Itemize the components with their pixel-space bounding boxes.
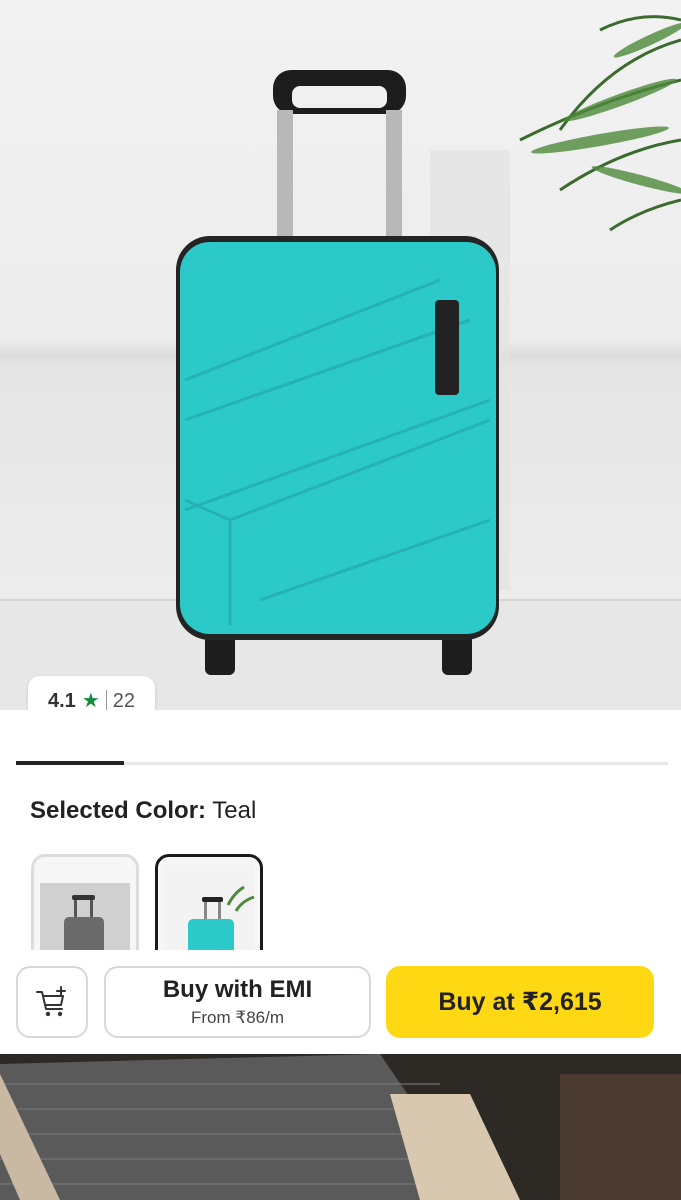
selected-color-label: Selected Color: <box>30 797 207 824</box>
buy-now-button[interactable]: Buy at ₹2,615 <box>386 966 654 1038</box>
teal-suitcase-thumbnail <box>164 865 255 961</box>
image-carousel-indicator <box>16 761 124 765</box>
rating-badge[interactable]: 4.1 ★ 22 <box>28 676 155 710</box>
selected-color: Selected Color: Teal <box>30 797 256 825</box>
color-swatch-grey[interactable] <box>31 854 139 964</box>
rating-value: 4.1 <box>48 689 76 711</box>
add-to-cart-icon <box>36 986 66 1017</box>
background-photo <box>0 1054 681 1200</box>
background-texture <box>0 1054 681 1200</box>
suitcase-illustration <box>0 15 681 710</box>
selected-color-value: Teal <box>212 797 257 824</box>
color-swatch-teal[interactable] <box>155 854 263 964</box>
rating-count: 22 <box>112 689 135 711</box>
emi-subtitle: From ₹86/m <box>191 1008 284 1027</box>
add-to-cart-button[interactable] <box>16 966 88 1038</box>
product-image[interactable]: 4.1 ★ 22 <box>0 0 681 710</box>
star-icon: ★ <box>81 690 100 710</box>
buy-with-emi-button[interactable]: Buy with EMI From ₹86/m <box>104 966 371 1038</box>
rating-divider <box>105 690 107 710</box>
emi-title: Buy with EMI <box>162 976 313 1003</box>
grey-suitcase-thumbnail <box>40 883 130 961</box>
